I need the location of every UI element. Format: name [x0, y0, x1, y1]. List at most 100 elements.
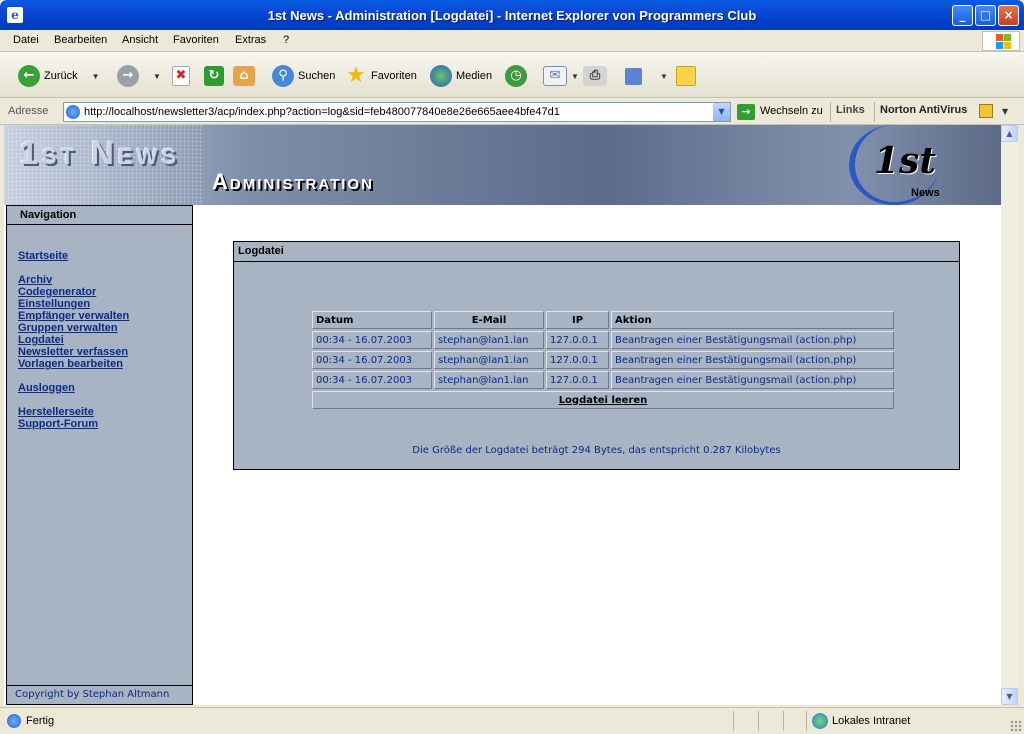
home-button[interactable]: ⌂: [233, 64, 255, 88]
banner-subtitle: Administration: [212, 169, 374, 194]
menu-bearbeiten[interactable]: Bearbeiten: [54, 34, 107, 46]
address-input[interactable]: http://localhost/newsletter3/acp/index.p…: [63, 102, 731, 122]
maximize-button[interactable]: □: [975, 5, 996, 26]
nav-link-gruppen[interactable]: Gruppen verwalten: [18, 322, 118, 334]
menu-help[interactable]: ?: [283, 34, 289, 46]
home-icon: ⌂: [233, 66, 255, 86]
table-header-row: Datum E-Mail IP Aktion: [312, 311, 894, 329]
vertical-scrollbar[interactable]: ▲ ▼: [1001, 125, 1018, 705]
copyright-text: Copyright by Stephan Altmann: [7, 685, 192, 704]
row-ip: 127.0.0.1: [546, 371, 609, 389]
star-icon: ★: [346, 63, 366, 88]
norton-dropdown-icon[interactable]: ▼: [1002, 107, 1008, 116]
address-url[interactable]: http://localhost/newsletter3/acp/index.p…: [84, 106, 560, 118]
scroll-down-icon[interactable]: ▼: [1001, 688, 1018, 705]
banner-title: 1st News: [20, 135, 181, 171]
row-date: 00:34 - 16.07.2003: [312, 371, 432, 389]
nav-link-vorlagen[interactable]: Vorlagen bearbeiten: [18, 358, 123, 370]
page-viewport: 1st News Administration 1st News Navigat…: [4, 125, 1001, 705]
row-date: 00:34 - 16.07.2003: [312, 351, 432, 369]
logfile-panel: Logdatei Datum E-Mail IP Aktion 00:34 - …: [233, 241, 960, 470]
nav-link-support-forum[interactable]: Support-Forum: [18, 418, 98, 430]
search-icon: ⚲: [272, 65, 294, 87]
nav-link-archiv[interactable]: Archiv: [18, 274, 52, 286]
intranet-zone-icon: [812, 713, 828, 729]
logfile-heading: Logdatei: [234, 242, 959, 262]
mail-dropdown-icon[interactable]: ▼: [571, 72, 579, 81]
menu-extras[interactable]: Extras: [235, 34, 266, 46]
status-divider: [783, 711, 784, 731]
logfile-size-text: Die Größe der Logdatei beträgt 294 Bytes…: [412, 445, 781, 456]
mail-icon: ✉: [543, 66, 567, 86]
navigation-panel: Navigation Startseite Archiv Codegenerat…: [6, 205, 193, 705]
media-label: Medien: [456, 70, 493, 82]
nav-link-codegenerator[interactable]: Codegenerator: [18, 286, 96, 298]
forward-button[interactable]: → ▼: [117, 64, 161, 88]
print-button[interactable]: ⎙: [583, 64, 607, 88]
logo-sub: News: [911, 187, 940, 199]
logo-main: 1st: [874, 140, 936, 182]
back-button[interactable]: ← Zurück ▼: [18, 64, 100, 88]
search-label: Suchen: [298, 70, 336, 82]
row-email: stephan@lan1.lan: [434, 331, 544, 349]
row-date: 00:34 - 16.07.2003: [312, 331, 432, 349]
search-button[interactable]: ⚲ Suchen: [272, 64, 335, 88]
favorites-button[interactable]: ★ Favoriten: [345, 64, 417, 88]
clear-log-link[interactable]: Logdatei leeren: [559, 395, 648, 406]
forward-arrow-icon: →: [117, 65, 139, 87]
column-email: E-Mail: [434, 311, 544, 329]
status-divider: [733, 711, 734, 731]
clear-row: Logdatei leeren: [312, 391, 894, 409]
edit-dropdown-icon[interactable]: ▼: [660, 72, 668, 81]
media-button[interactable]: Medien: [430, 64, 492, 88]
row-action: Beantragen einer Bestätigungsmail (actio…: [611, 331, 894, 349]
links-button[interactable]: Links: [836, 104, 865, 116]
close-button[interactable]: ×: [998, 5, 1019, 26]
favorites-label: Favoriten: [371, 70, 417, 82]
messenger-button[interactable]: [676, 64, 696, 88]
row-action: Beantragen einer Bestätigungsmail (actio…: [611, 351, 894, 369]
nav-link-einstellungen[interactable]: Einstellungen: [18, 298, 90, 310]
menu-favoriten[interactable]: Favoriten: [173, 34, 219, 46]
nav-link-logdatei[interactable]: Logdatei: [18, 334, 64, 346]
back-label: Zurück: [44, 70, 78, 82]
nav-link-empfaenger[interactable]: Empfänger verwalten: [18, 310, 129, 322]
stop-button[interactable]: ✖: [172, 64, 190, 88]
status-text: Fertig: [26, 715, 55, 727]
go-arrow-icon[interactable]: →: [737, 104, 755, 120]
refresh-button[interactable]: ↻: [204, 64, 224, 88]
norton-icon[interactable]: [979, 104, 993, 118]
windows-logo-icon: [982, 31, 1020, 51]
title-bar: e 1st News - Administration [Logdatei] -…: [0, 0, 1024, 30]
nav-link-newsletter[interactable]: Newsletter verfassen: [18, 346, 128, 358]
row-action: Beantragen einer Bestätigungsmail (actio…: [611, 371, 894, 389]
back-dropdown-icon[interactable]: ▼: [92, 72, 100, 81]
column-date: Datum: [312, 311, 432, 329]
menu-ansicht[interactable]: Ansicht: [122, 34, 158, 46]
address-label: Adresse: [8, 105, 49, 117]
address-dropdown-icon[interactable]: ▼: [713, 103, 730, 121]
address-bar: Adresse http://localhost/newsletter3/acp…: [0, 99, 1024, 125]
history-clock-icon: ◷: [505, 65, 527, 87]
note-icon: [676, 66, 696, 86]
nav-link-startseite[interactable]: Startseite: [18, 250, 68, 262]
row-email: stephan@lan1.lan: [434, 351, 544, 369]
minimize-button[interactable]: _: [952, 5, 973, 26]
table-row: 00:34 - 16.07.2003 stephan@lan1.lan 127.…: [312, 331, 894, 349]
norton-antivirus-button[interactable]: Norton AntiVirus: [880, 104, 967, 116]
nav-link-herstellerseite[interactable]: Herstellerseite: [18, 406, 94, 418]
menu-datei[interactable]: Datei: [13, 34, 39, 46]
status-divider: [758, 711, 759, 731]
page-icon: [66, 105, 80, 119]
mail-button[interactable]: ✉ ▼: [543, 64, 579, 88]
toolbar: ← Zurück ▼ → ▼ ✖ ↻ ⌂ ⚲ Suchen ★ Favorite…: [0, 52, 1024, 98]
status-divider: [806, 711, 807, 731]
forward-dropdown-icon[interactable]: ▼: [153, 72, 161, 81]
scroll-up-icon[interactable]: ▲: [1001, 125, 1018, 142]
edit-button[interactable]: ▼: [625, 64, 668, 88]
resize-grip-icon[interactable]: [1010, 720, 1022, 732]
history-button[interactable]: ◷: [505, 64, 527, 88]
nav-link-ausloggen[interactable]: Ausloggen: [18, 382, 75, 394]
row-ip: 127.0.0.1: [546, 331, 609, 349]
go-button[interactable]: Wechseln zu: [760, 105, 823, 117]
